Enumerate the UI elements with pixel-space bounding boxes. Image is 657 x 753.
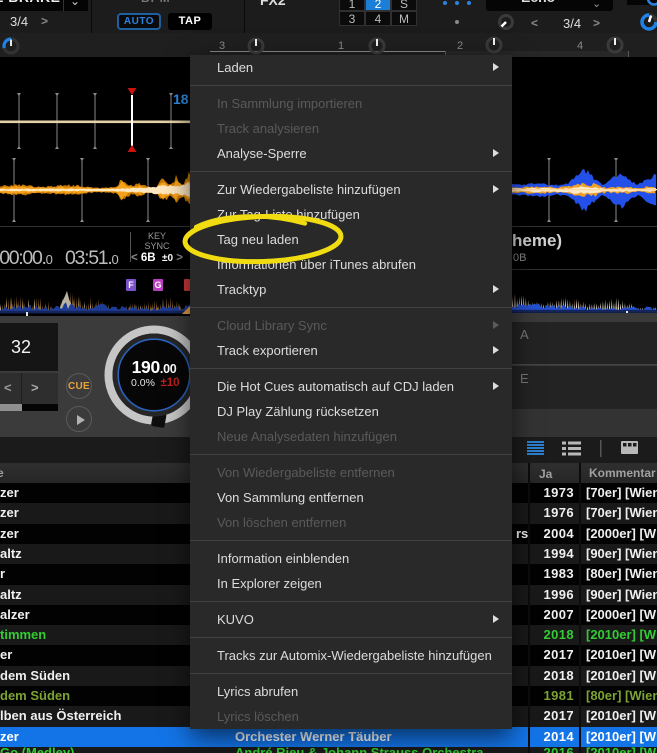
svg-text:0.0%: 0.0%	[131, 377, 155, 389]
svg-text:±10: ±10	[160, 377, 179, 389]
